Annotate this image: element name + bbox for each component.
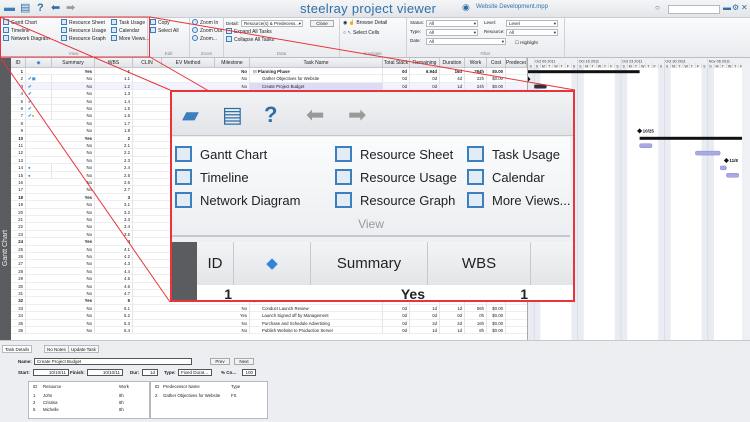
print-icon: ▤ [222, 102, 243, 127]
calendar-item: Calendar [467, 169, 545, 185]
calendar-icon [467, 169, 484, 185]
row-summary: Yes [400, 286, 425, 302]
zoom-callout: ▰ ▤ ? ⬅ ➡ Gantt Chart Timeline Network D… [170, 90, 575, 302]
info-icon: ◆ [266, 255, 278, 272]
view-label: View [358, 217, 384, 231]
task-usage-item: Task Usage [467, 146, 560, 162]
more-views-icon [467, 192, 484, 208]
id-header: ID [197, 242, 234, 285]
resource-sheet-item: Resource Sheet [335, 146, 453, 162]
indicator-header: ◆ [234, 242, 311, 285]
resource-graph-item: Resource Graph [335, 192, 455, 208]
summary-header: Summary [311, 242, 428, 285]
resource-sheet-icon [335, 146, 352, 162]
network-diagram-icon [175, 192, 192, 208]
resource-usage-icon [335, 169, 352, 185]
timeline-icon [175, 169, 192, 185]
forward-arrow-icon: ➡ [348, 102, 367, 127]
callout-row: 1 Yes 1 [197, 285, 573, 302]
callout-toolbar: ▰ ▤ ? ⬅ ➡ [172, 92, 573, 136]
task-usage-icon [467, 146, 484, 162]
zoom-source-box [0, 16, 150, 58]
callout-view-group: Gantt Chart Timeline Network Diagram Res… [172, 137, 571, 237]
callout-line [149, 16, 576, 91]
resource-usage-item: Resource Usage [335, 169, 457, 185]
network-diagram-item: Network Diagram [175, 192, 300, 208]
gantt-chart-icon [175, 146, 192, 162]
help-icon: ? [264, 102, 278, 127]
back-arrow-icon: ⬅ [306, 102, 325, 127]
timeline-item: Timeline [175, 169, 249, 185]
clin-header [531, 242, 573, 285]
more-views-item: More Views... [467, 192, 571, 208]
view-bar [172, 242, 197, 300]
row-id: 1 [224, 286, 232, 302]
row-wbs: 1 [520, 286, 528, 302]
gantt-chart-item: Gantt Chart [175, 146, 267, 162]
wbs-header: WBS [428, 242, 531, 285]
callout-line [0, 56, 171, 303]
folder-icon: ▰ [182, 102, 199, 127]
resource-graph-icon [335, 192, 352, 208]
callout-line [0, 16, 171, 91]
